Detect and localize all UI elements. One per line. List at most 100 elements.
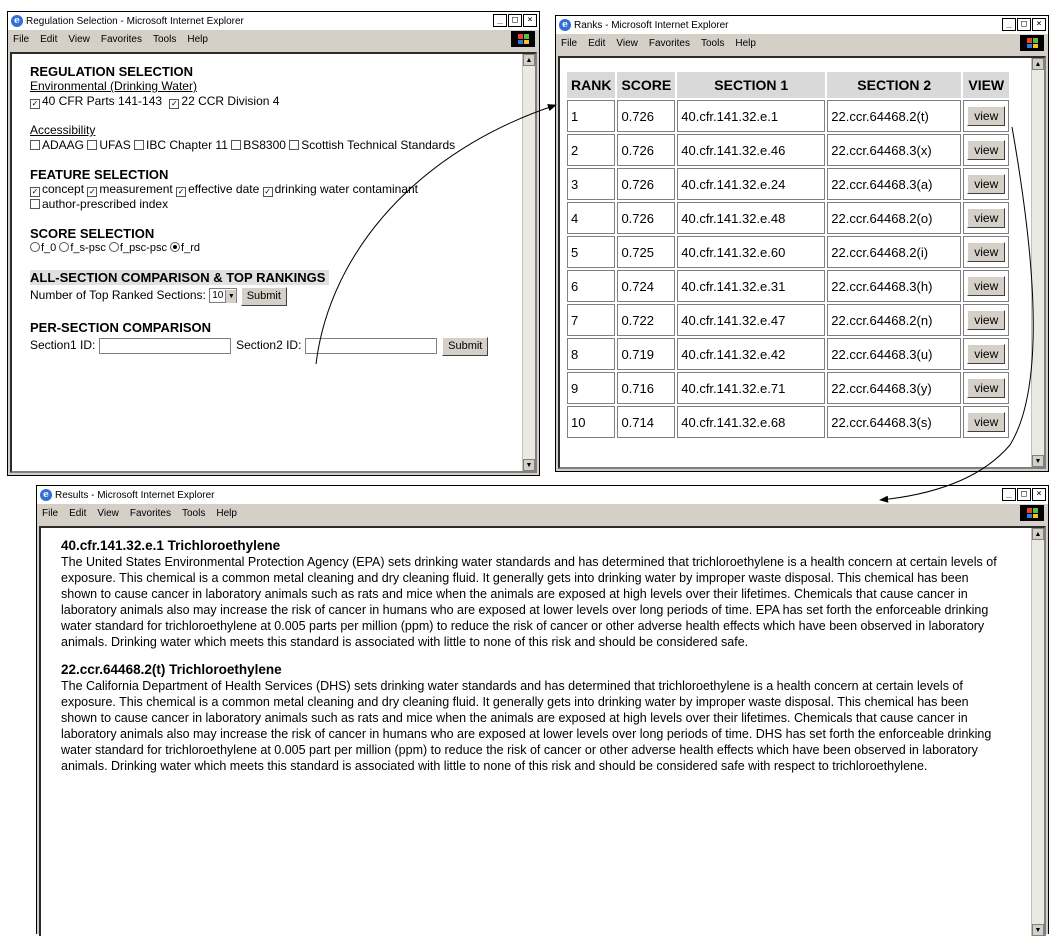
view-button[interactable]: view <box>967 310 1006 330</box>
maximize-button[interactable]: □ <box>508 14 522 27</box>
menu-tools[interactable]: Tools <box>182 508 205 519</box>
environmental-link[interactable]: Environmental (Drinking Water) <box>30 79 535 94</box>
menu-help[interactable]: Help <box>735 38 756 49</box>
table-row: 7 0.722 40.cfr.141.32.e.47 22.ccr.64468.2(n… <box>567 304 1010 336</box>
ie-icon: e <box>40 489 52 501</box>
close-button[interactable]: × <box>1032 18 1046 31</box>
radio-f-rd[interactable] <box>170 242 181 252</box>
view-button[interactable]: view <box>967 412 1006 432</box>
scroll-up-icon[interactable]: ▲ <box>523 54 535 66</box>
maximize-button[interactable]: □ <box>1017 18 1031 31</box>
checkbox-concept[interactable]: ✓ <box>30 187 40 197</box>
menu-edit[interactable]: Edit <box>69 508 86 519</box>
menu-tools[interactable]: Tools <box>153 34 176 45</box>
section1-cell: 40.cfr.141.32.e.60 <box>677 236 826 268</box>
column-header: SECTION 2 <box>827 72 962 98</box>
scroll-down-icon[interactable]: ▼ <box>1032 924 1044 936</box>
checkbox-effective-date[interactable]: ✓ <box>176 187 187 197</box>
view-cell: view <box>963 338 1010 370</box>
menu-bar: File Edit View Favorites Tools Help <box>37 504 1048 522</box>
table-row: 1 0.726 40.cfr.141.32.e.1 22.ccr.64468.2(t)… <box>567 100 1010 132</box>
menu-tools[interactable]: Tools <box>701 38 724 49</box>
view-button[interactable]: view <box>967 106 1006 126</box>
submit-per-section-button[interactable]: Submit <box>442 337 489 356</box>
vertical-scrollbar[interactable]: ▲ ▼ <box>1031 528 1044 936</box>
menu-favorites[interactable]: Favorites <box>101 34 142 45</box>
vertical-scrollbar[interactable]: ▲ ▼ <box>522 54 535 471</box>
scroll-up-icon[interactable]: ▲ <box>1032 528 1044 540</box>
windows-logo-icon <box>1020 35 1044 51</box>
num-top-select[interactable]: 10 ▼ <box>209 288 238 304</box>
view-button[interactable]: view <box>967 208 1006 228</box>
column-header: RANK <box>567 72 616 98</box>
checkbox-bs8300[interactable] <box>231 140 242 150</box>
env-opt-label: 40 CFR Parts 141-143 <box>42 94 163 108</box>
view-button[interactable]: view <box>967 378 1006 398</box>
scroll-down-icon[interactable]: ▼ <box>1032 455 1044 467</box>
view-cell: view <box>963 100 1010 132</box>
menu-favorites[interactable]: Favorites <box>649 38 690 49</box>
minimize-button[interactable]: _ <box>1002 18 1016 31</box>
menu-file[interactable]: File <box>42 508 58 519</box>
checkbox-adaag[interactable] <box>30 140 40 150</box>
table-row: 8 0.719 40.cfr.141.32.e.42 22.ccr.64468.3(u… <box>567 338 1010 370</box>
view-button[interactable]: view <box>967 174 1006 194</box>
checkbox-ibc[interactable] <box>134 140 145 150</box>
score-opt-label: f_psc-psc <box>119 242 167 254</box>
submit-top-button[interactable]: Submit <box>240 287 287 306</box>
scroll-up-icon[interactable]: ▲ <box>1032 58 1044 70</box>
menu-help[interactable]: Help <box>216 508 237 519</box>
menu-edit[interactable]: Edit <box>588 38 605 49</box>
menu-view[interactable]: View <box>97 508 119 519</box>
minimize-button[interactable]: _ <box>493 14 507 27</box>
section2-input[interactable] <box>304 337 437 354</box>
table-row: 5 0.725 40.cfr.141.32.e.60 22.ccr.64468.2(i… <box>567 236 1010 268</box>
page-content: REGULATION SELECTION Environmental (Drin… <box>10 52 537 473</box>
radio-f-s-psc[interactable] <box>59 242 70 252</box>
title-bar[interactable]: e Results - Microsoft Internet Explorer … <box>37 486 1048 504</box>
score-cell: 0.726 <box>617 168 676 200</box>
section2-cell: 22.ccr.64468.3(y) <box>827 372 962 404</box>
acc-opt-label: BS8300 <box>243 138 286 152</box>
view-button[interactable]: view <box>967 242 1006 262</box>
scroll-down-icon[interactable]: ▼ <box>523 459 535 471</box>
view-cell: view <box>963 168 1010 200</box>
rank-cell: 4 <box>567 202 616 234</box>
maximize-button[interactable]: □ <box>1017 488 1031 501</box>
table-row: 9 0.716 40.cfr.141.32.e.71 22.ccr.64468.3(y… <box>567 372 1010 404</box>
checkbox-measurement[interactable]: ✓ <box>87 187 98 197</box>
radio-f0[interactable] <box>30 242 40 252</box>
title-bar[interactable]: e Ranks - Microsoft Internet Explorer _ … <box>556 16 1048 34</box>
checkbox-40cfr[interactable]: ✓ <box>30 99 40 109</box>
checkbox-author-index[interactable] <box>30 199 40 209</box>
table-row: 6 0.724 40.cfr.141.32.e.31 22.ccr.64468.3(h… <box>567 270 1010 302</box>
table-row: 2 0.726 40.cfr.141.32.e.46 22.ccr.64468.3(x… <box>567 134 1010 166</box>
view-cell: view <box>963 236 1010 268</box>
title-bar[interactable]: e Regulation Selection - Microsoft Inter… <box>8 12 539 30</box>
menu-view[interactable]: View <box>68 34 90 45</box>
vertical-scrollbar[interactable]: ▲ ▼ <box>1031 58 1044 467</box>
radio-f-psc-psc[interactable] <box>108 242 119 252</box>
section1-cell: 40.cfr.141.32.e.47 <box>677 304 826 336</box>
checkbox-ufas[interactable] <box>87 140 98 150</box>
checkbox-22ccr[interactable]: ✓ <box>169 99 180 109</box>
minimize-button[interactable]: _ <box>1002 488 1016 501</box>
checkbox-scottish[interactable] <box>289 140 300 150</box>
menu-edit[interactable]: Edit <box>40 34 57 45</box>
view-button[interactable]: view <box>967 344 1006 364</box>
menu-file[interactable]: File <box>561 38 577 49</box>
close-button[interactable]: × <box>523 14 537 27</box>
menu-favorites[interactable]: Favorites <box>130 508 171 519</box>
close-button[interactable]: × <box>1032 488 1046 501</box>
menu-view[interactable]: View <box>616 38 638 49</box>
menu-bar: File Edit View Favorites Tools Help <box>8 30 539 48</box>
view-button[interactable]: view <box>967 140 1006 160</box>
menu-file[interactable]: File <box>13 34 29 45</box>
section1-input[interactable] <box>98 337 231 354</box>
menu-help[interactable]: Help <box>187 34 208 45</box>
accessibility-link[interactable]: Accessibility <box>30 123 535 138</box>
checkbox-contaminant[interactable]: ✓ <box>262 187 273 197</box>
section1-cell: 40.cfr.141.32.e.46 <box>677 134 826 166</box>
view-cell: view <box>963 134 1010 166</box>
view-button[interactable]: view <box>967 276 1006 296</box>
